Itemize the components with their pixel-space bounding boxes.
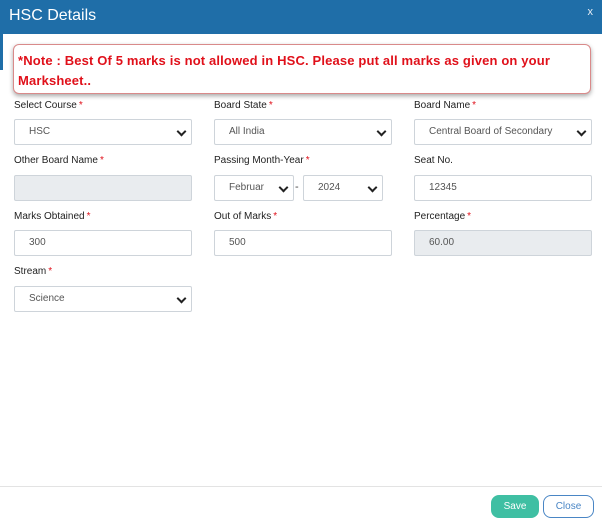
select-course-select[interactable]: HSC [14,119,192,145]
required-marker: * [467,211,472,222]
chevron-down-icon [278,182,289,193]
required-marker: * [78,100,83,111]
passing-year-select[interactable]: 2024 [303,175,383,201]
marks-obtained-input[interactable]: 300 [14,230,192,256]
chevron-down-icon [367,182,378,193]
stream-label: Stream * [14,266,53,277]
seat-no-label: Seat No. [414,155,453,166]
modal-header: HSC Details x [0,0,602,34]
modal-title: HSC Details [9,7,97,24]
month-year-separator: - [295,181,299,193]
seat-no-input[interactable]: 12345 [414,175,592,201]
close-button[interactable]: Close [543,495,594,518]
required-marker: * [48,266,53,277]
passing-month-select[interactable]: Februar [214,175,294,201]
passing-month-value: Februar [229,182,265,193]
chevron-down-icon [376,126,387,137]
note-text: *Note : Best Of 5 marks is not allowed i… [18,53,551,88]
required-marker: * [86,211,91,222]
note-alert: *Note : Best Of 5 marks is not allowed i… [13,44,591,94]
save-button[interactable]: Save [491,495,539,518]
required-marker: * [99,155,104,166]
left-edge-strip [0,34,3,70]
stream-value: Science [29,293,65,304]
chevron-down-icon [576,126,587,137]
chevron-down-icon [176,293,187,304]
out-of-marks-input[interactable]: 500 [214,230,392,256]
select-course-label: Select Course * [14,100,83,111]
required-marker: * [273,211,278,222]
close-icon[interactable]: x [588,6,594,18]
chevron-down-icon [176,126,187,137]
board-state-select[interactable]: All India [214,119,392,145]
required-marker: * [268,100,273,111]
required-marker: * [472,100,477,111]
board-name-select[interactable]: Central Board of Secondary [414,119,592,145]
select-course-value: HSC [29,126,51,137]
out-of-marks-label: Out of Marks * [214,211,278,222]
percentage-label: Percentage * [414,211,472,222]
passing-year-value: 2024 [318,182,341,193]
other-board-name-label: Other Board Name * [14,155,104,166]
percentage-input: 60.00 [414,230,592,256]
required-marker: * [305,155,310,166]
board-state-label: Board State * [214,100,273,111]
passing-month-year-label: Passing Month-Year * [214,155,310,166]
board-name-label: Board Name * [414,100,477,111]
footer-divider [0,486,602,487]
stream-select[interactable]: Science [14,286,192,312]
marks-obtained-label: Marks Obtained * [14,211,91,222]
board-state-value: All India [229,126,265,137]
board-name-value: Central Board of Secondary [429,126,553,137]
other-board-name-input [14,175,192,201]
